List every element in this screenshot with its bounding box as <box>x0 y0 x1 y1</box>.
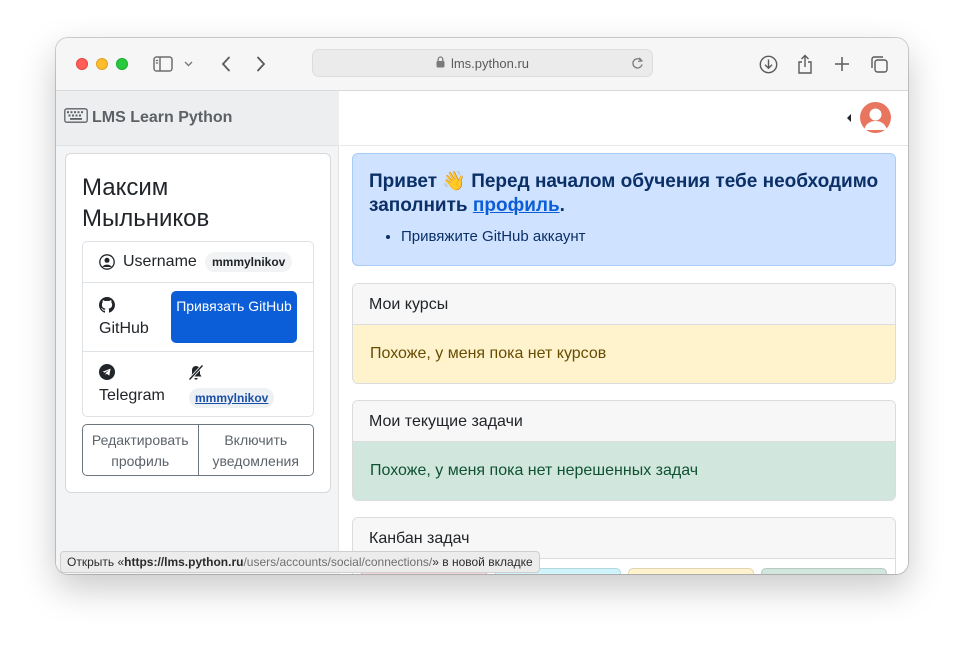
bell-slash-icon <box>188 364 204 386</box>
edit-profile-button[interactable]: Редактировать профиль <box>83 425 198 475</box>
avatar[interactable] <box>860 102 891 133</box>
brand[interactable]: LMS Learn Python <box>56 91 339 146</box>
lock-icon <box>436 55 445 71</box>
onboarding-alert: Привет 👋 Перед началом обучения тебе нео… <box>352 153 896 266</box>
status-prefix: Открыть « <box>67 555 125 569</box>
alert-list: Привяжите GitHub аккаунт <box>401 228 879 245</box>
page-content: LMS Learn Python Максим Мыльников Userna… <box>56 91 908 574</box>
github-icon <box>99 297 115 318</box>
status-host: https://lms.python.ru <box>124 555 244 569</box>
back-icon[interactable] <box>215 53 237 75</box>
caret-left-icon[interactable] <box>847 114 851 122</box>
username-row: Username mmmylnikov <box>83 242 313 283</box>
link-status-bar: Открыть «https://lms.python.ru/users/acc… <box>60 551 540 573</box>
alert-title-end: . <box>559 195 565 216</box>
browser-toolbar: lms.python.ru <box>56 38 908 91</box>
share-icon[interactable] <box>794 53 816 75</box>
my-tasks-card: Мои текущие задачи Похоже, у меня пока н… <box>352 400 896 501</box>
profile-card: Максим Мыльников Username mmmylnikov Git… <box>65 153 331 493</box>
profile-name: Максим Мыльников <box>82 174 210 232</box>
browser-window: lms.python.ru LMS Learn Python Максим Мы… <box>56 38 908 574</box>
address-bar[interactable]: lms.python.ru <box>312 49 653 77</box>
github-label: GitHub <box>99 320 149 337</box>
username-badge: mmmylnikov <box>205 252 293 272</box>
tabs-overview-icon[interactable] <box>868 53 890 75</box>
keyboard-icon <box>64 108 88 128</box>
telegram-username-link[interactable]: mmmylnikov <box>189 388 275 408</box>
close-window-button[interactable] <box>76 58 88 70</box>
my-courses-card: Мои курсы Похоже, у меня пока нет курсов <box>352 283 896 384</box>
brand-name: LMS Learn Python <box>92 109 233 126</box>
reload-icon[interactable] <box>631 56 644 73</box>
minimize-window-button[interactable] <box>96 58 108 70</box>
enable-notifications-button[interactable]: Включить уведомления <box>197 425 314 475</box>
status-path: /users/accounts/social/connections/ <box>243 555 433 569</box>
top-navbar <box>340 91 908 146</box>
kanban-column <box>761 568 887 574</box>
alert-list-item: Привяжите GitHub аккаунт <box>401 228 879 245</box>
alert-title: Привет 👋 Перед началом обучения тебе нео… <box>369 170 879 218</box>
username-label: Username <box>123 253 197 270</box>
card-header: Мои курсы <box>353 284 895 325</box>
github-row: GitHub Привязать GitHub <box>83 283 313 352</box>
status-suffix: » в новой вкладке <box>432 555 533 569</box>
forward-icon[interactable] <box>250 53 272 75</box>
telegram-label: Telegram <box>99 387 165 404</box>
profile-link[interactable]: профиль <box>473 195 560 216</box>
telegram-icon <box>99 364 115 385</box>
profile-actions: Редактировать профиль Включить уведомлен… <box>82 424 314 476</box>
telegram-row: Telegram mmmylnikov <box>83 352 313 416</box>
link-github-button[interactable]: Привязать GitHub <box>171 291 297 343</box>
sidebar-icon[interactable] <box>152 53 174 75</box>
user-circle-icon <box>99 254 115 275</box>
profile-info-list: Username mmmylnikov GitHub Привязать Git… <box>82 241 314 417</box>
url-text: lms.python.ru <box>450 55 530 71</box>
zoom-window-button[interactable] <box>116 58 128 70</box>
download-icon[interactable] <box>757 53 779 75</box>
tasks-empty-message: Похоже, у меня пока нет нерешенных задач <box>353 442 895 500</box>
alert-title-text: Привет 👋 Перед началом обучения тебе нео… <box>369 171 879 216</box>
card-header: Мои текущие задачи <box>353 401 895 442</box>
kanban-column <box>628 568 754 574</box>
chevron-down-icon[interactable] <box>182 53 194 75</box>
new-tab-icon[interactable] <box>831 53 853 75</box>
courses-empty-message: Похоже, у меня пока нет курсов <box>353 325 895 383</box>
